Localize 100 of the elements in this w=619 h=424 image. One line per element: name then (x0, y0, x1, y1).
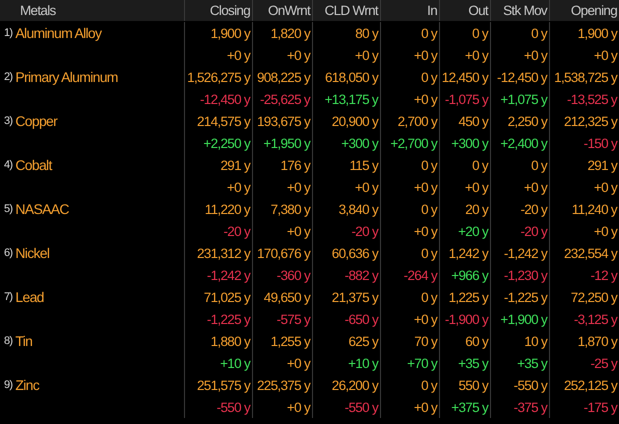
change-cell: +0 y (185, 44, 253, 66)
change-cell: +0 y (381, 396, 440, 418)
change-cell: -1,242 y (185, 264, 253, 286)
metal-name[interactable]: NASAAC (15, 201, 69, 217)
value-cell: 71,025 y (185, 286, 253, 308)
change-cell-text: -25 y (589, 354, 618, 373)
value-cell: 0 y (381, 154, 440, 176)
value-cell: 60 y (440, 330, 491, 352)
value-cell: 170,676 y (253, 242, 313, 264)
change-cell: -360 y (253, 264, 313, 286)
value-cell: -1,242 y (491, 242, 550, 264)
metal-name[interactable]: Zinc (15, 377, 40, 393)
metal-name[interactable]: Lead (15, 289, 44, 305)
change-cell: -12,450 y (185, 88, 253, 110)
change-cell: +10 y (185, 352, 253, 374)
change-cell: -20 y (491, 220, 550, 242)
value-cell-text: 11,240 y (570, 200, 618, 219)
change-cell: +35 y (440, 352, 491, 374)
value-cell: 1,225 y (440, 286, 491, 308)
change-cell: +70 y (381, 352, 440, 374)
value-cell: 0 y (440, 22, 491, 44)
change-cell: +20 y (440, 220, 491, 242)
value-cell: 251,575 y (185, 374, 253, 396)
value-cell-text: 1,870 y (576, 332, 618, 351)
value-cell: -1,225 y (491, 286, 550, 308)
change-cell-text: -150 y (582, 134, 618, 153)
value-cell: 1,526,275 y (185, 66, 253, 88)
change-cell: +1,950 y (253, 132, 313, 154)
change-cell: +0 y (313, 176, 381, 198)
metal-name[interactable]: Tin (15, 333, 32, 349)
value-cell: 291 y (185, 154, 253, 176)
row-number: 2) (4, 71, 12, 83)
change-cell: +0 y (253, 352, 313, 374)
value-cell: 60,636 y (313, 242, 381, 264)
value-cell: -550 y (491, 374, 550, 396)
value-cell: 1,880 y (185, 330, 253, 352)
row-number: 4) (4, 159, 12, 171)
metal-name[interactable]: Primary Aluminum (15, 69, 118, 85)
change-cell: -1,075 y (440, 88, 491, 110)
change-cell: +300 y (440, 132, 491, 154)
change-cell: -20 y (185, 220, 253, 242)
change-cell: -264 y (381, 264, 440, 286)
change-cell-text: +0 y (592, 222, 618, 241)
value-cell: 1,242 y (440, 242, 491, 264)
value-cell: 20,900 y (313, 110, 381, 132)
column-header: Metals (0, 0, 185, 21)
change-cell-text: +0 y (592, 46, 618, 65)
value-cell: 225,375 y (253, 374, 313, 396)
change-cell: +0 y (253, 396, 313, 418)
change-cell: +0 y (491, 44, 550, 66)
value-cell: 21,375 y (313, 286, 381, 308)
value-cell: 0 y (381, 374, 440, 396)
metal-name[interactable]: Nickel (15, 245, 50, 261)
change-cell-text: +0 y (592, 178, 618, 197)
column-header: CLD Wrnt (313, 0, 381, 21)
column-header: In (381, 0, 440, 21)
change-cell: +1,900 y (491, 308, 550, 330)
value-cell-text: 232,554 y (563, 244, 618, 263)
value-cell: 49,650 y (253, 286, 313, 308)
row-number: 8) (4, 335, 12, 347)
value-cell: 214,575 y (185, 110, 253, 132)
value-cell: 908,225 y (253, 66, 313, 88)
value-cell: 10 y (491, 330, 550, 352)
change-cell: +0 y (440, 44, 491, 66)
metal-name[interactable]: Cobalt (15, 157, 52, 173)
change-cell-text: -3,125 y (572, 310, 618, 329)
change-cell-text: -175 y (582, 398, 618, 417)
change-cell: -550 y (313, 396, 381, 418)
metal-name[interactable]: Copper (15, 113, 58, 129)
value-cell: 115 y (313, 154, 381, 176)
value-cell: 0 y (381, 22, 440, 44)
value-cell: 12,450 y (440, 66, 491, 88)
column-header: OnWrnt (253, 0, 313, 21)
change-cell: -882 y (313, 264, 381, 286)
change-cell: +0 y (381, 308, 440, 330)
value-cell-text: 212,325 y (563, 112, 618, 131)
change-cell-text: -13,525 y (566, 90, 618, 109)
change-cell: +2,700 y (381, 132, 440, 154)
row-number: 7) (4, 291, 12, 303)
change-cell: +0 y (491, 176, 550, 198)
change-cell: +2,250 y (185, 132, 253, 154)
change-cell: +35 y (491, 352, 550, 374)
value-cell: 193,675 y (253, 110, 313, 132)
value-cell: 0 y (491, 154, 550, 176)
change-cell: -375 y (491, 396, 550, 418)
change-cell: +375 y (440, 396, 491, 418)
value-cell: 11,220 y (185, 198, 253, 220)
value-cell: 1,900 y (185, 22, 253, 44)
value-cell: 3,840 y (313, 198, 381, 220)
value-cell-text: 1,900 y (576, 24, 618, 43)
value-cell: 0 y (381, 286, 440, 308)
change-cell: +0 y (185, 176, 253, 198)
change-cell-text: -12 y (589, 266, 618, 285)
value-cell: 231,312 y (185, 242, 253, 264)
change-cell: +0 y (381, 176, 440, 198)
metal-name[interactable]: Aluminum Alloy (15, 25, 102, 41)
change-cell: +300 y (313, 132, 381, 154)
row-number: 1) (4, 27, 12, 39)
column-header: Stk Mov (491, 0, 550, 21)
value-cell: 20 y (440, 198, 491, 220)
